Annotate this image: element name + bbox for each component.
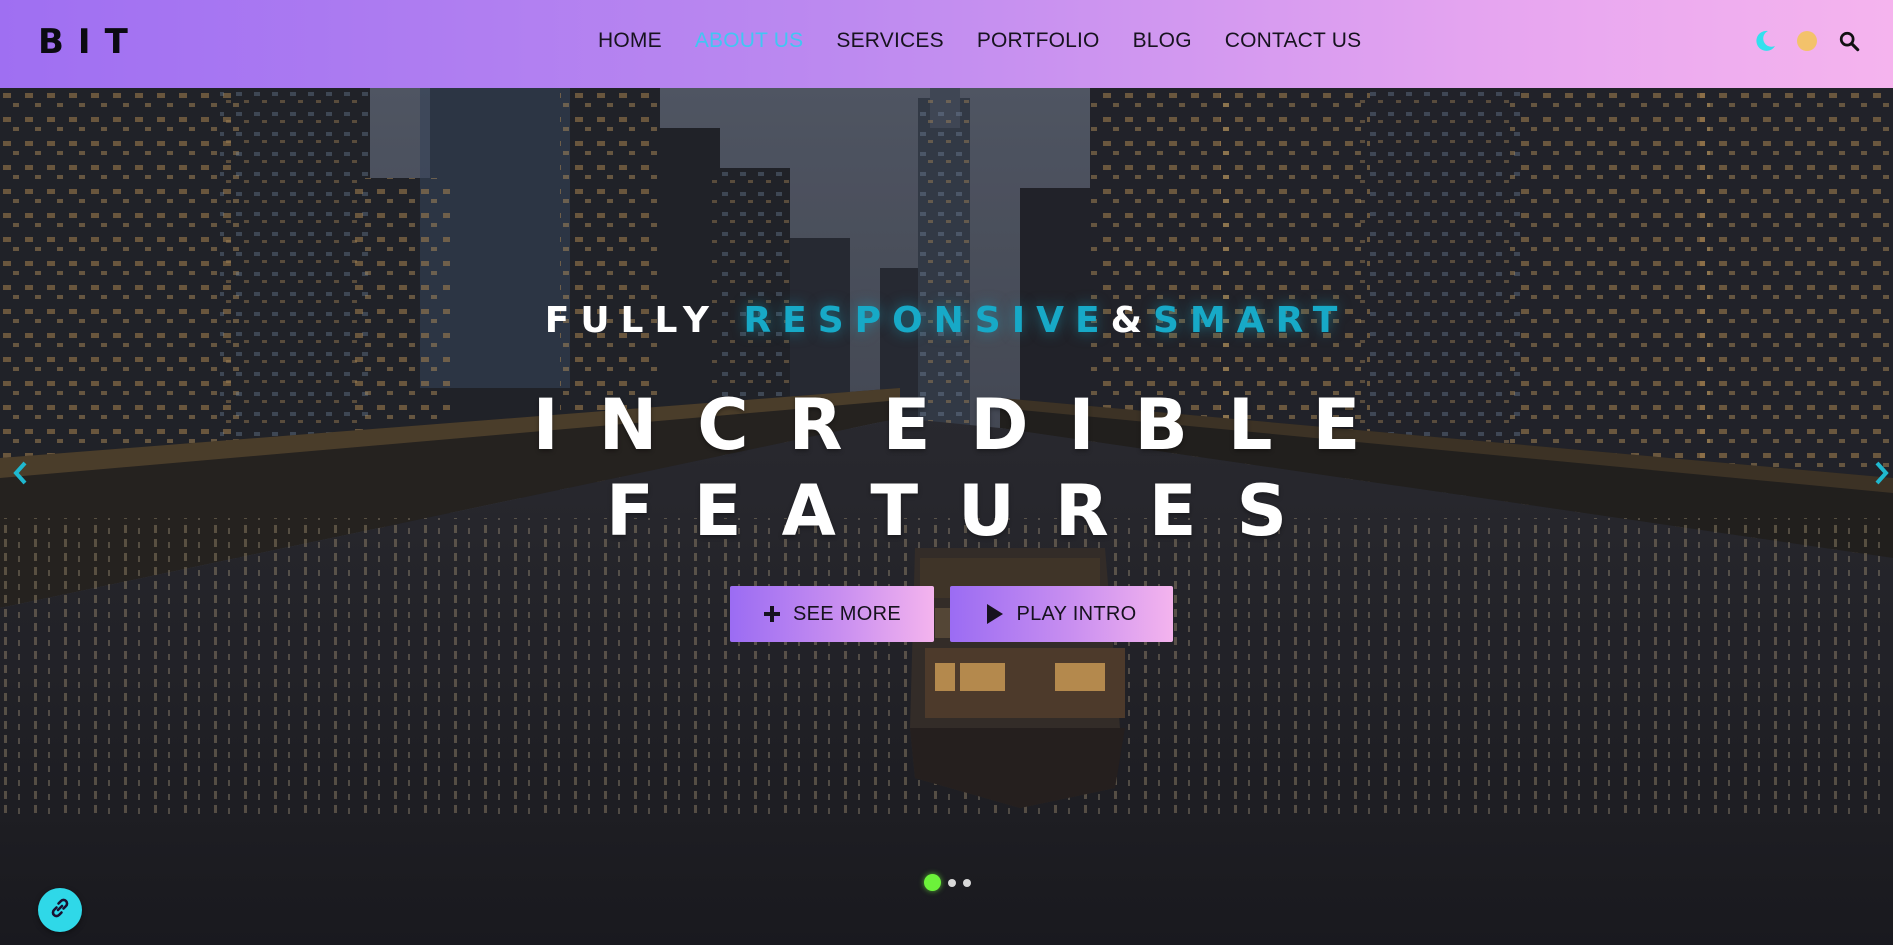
- play-intro-button[interactable]: PLAY INTRO: [950, 586, 1173, 642]
- subtitle-part-fully: FULLY: [544, 300, 744, 341]
- slider-next-arrow-icon[interactable]: [1870, 460, 1892, 486]
- plus-icon: [763, 605, 781, 623]
- sun-icon[interactable]: [1793, 26, 1821, 56]
- nav-item-contact-us[interactable]: CONTACT US: [1225, 26, 1362, 56]
- slider-dot-1[interactable]: [924, 874, 941, 891]
- site-header: BIT HOME ABOUT US SERVICES PORTFOLIO BLO…: [0, 0, 1893, 88]
- slider-dot-2[interactable]: [948, 878, 956, 887]
- hero-slider: FULLY RESPONSIVE&SMART INCREDIBLE FEATUR…: [0, 88, 1893, 945]
- subtitle-highlight-responsive: RESPONSIVE: [743, 300, 1111, 341]
- hero-headline-line2: FEATURES: [605, 470, 1328, 552]
- header-icons: [1751, 26, 1863, 56]
- slider-prev-arrow-icon[interactable]: [10, 460, 32, 486]
- see-more-button[interactable]: SEE MORE: [730, 586, 934, 642]
- page: BIT HOME ABOUT US SERVICES PORTFOLIO BLO…: [0, 0, 1893, 945]
- slider-dot-3[interactable]: [963, 878, 971, 887]
- search-icon[interactable]: [1835, 26, 1863, 56]
- subtitle-ampersand: &: [1110, 300, 1153, 341]
- nav-item-about-us[interactable]: ABOUT US: [695, 26, 804, 56]
- slider-pagination: [924, 874, 971, 891]
- brand-logo[interactable]: BIT: [38, 20, 142, 64]
- nav-item-portfolio[interactable]: PORTFOLIO: [977, 26, 1100, 56]
- subtitle-highlight-smart: SMART: [1152, 300, 1349, 341]
- hero-headline-line1: INCREDIBLE: [532, 384, 1401, 466]
- hero-subtitle: FULLY RESPONSIVE&SMART: [0, 300, 1893, 341]
- main-nav: HOME ABOUT US SERVICES PORTFOLIO BLOG CO…: [598, 26, 1394, 56]
- nav-item-blog[interactable]: BLOG: [1133, 26, 1192, 56]
- floating-link-button[interactable]: [38, 888, 82, 932]
- moon-icon[interactable]: [1751, 26, 1779, 56]
- see-more-label: SEE MORE: [793, 602, 901, 625]
- nav-item-services[interactable]: SERVICES: [836, 26, 943, 56]
- play-intro-label: PLAY INTRO: [1016, 602, 1137, 625]
- nav-item-home[interactable]: HOME: [598, 26, 662, 56]
- link-icon: [48, 896, 72, 924]
- play-icon: [986, 604, 1004, 624]
